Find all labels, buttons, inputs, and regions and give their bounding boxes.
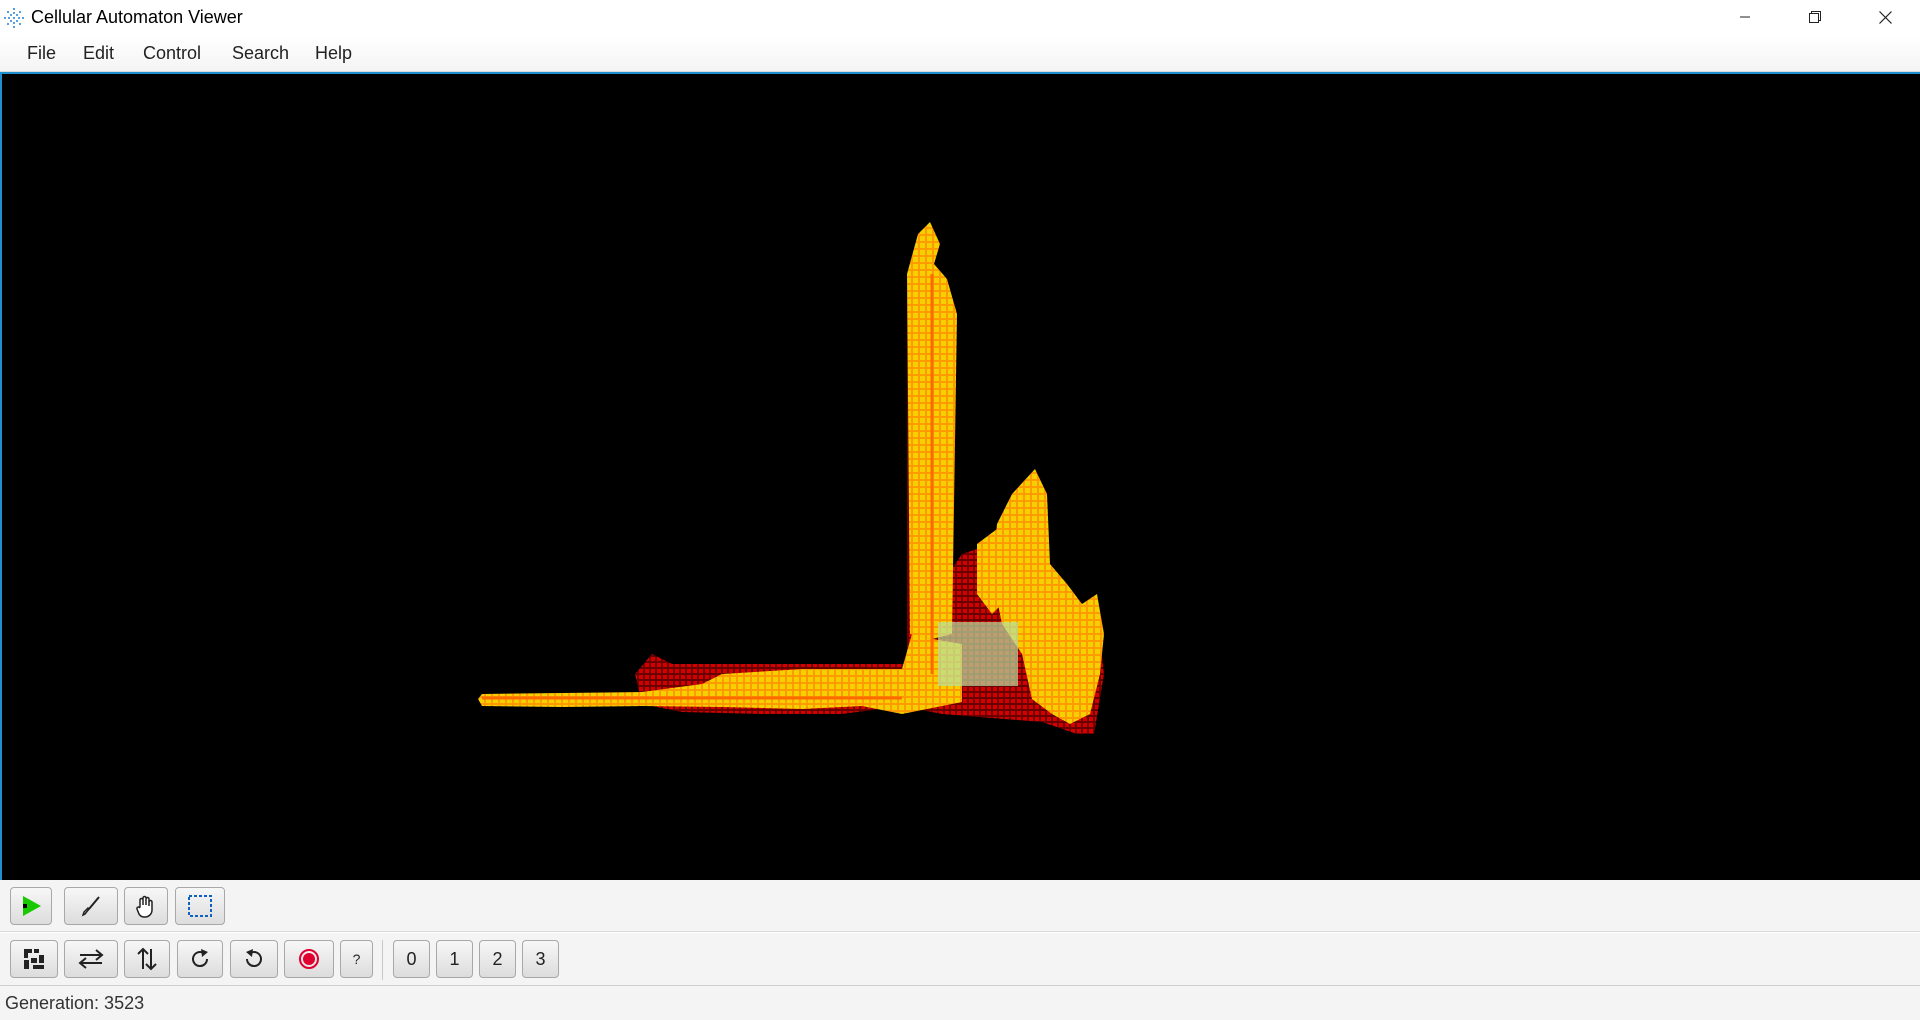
flip-horizontal-icon (78, 949, 104, 969)
generation-counter: Generation: 3523 (5, 993, 145, 1013)
rotate-counterclockwise-icon (245, 949, 262, 968)
toolbar-separator (382, 940, 383, 980)
select-tool-button[interactable] (175, 887, 225, 925)
state-2-button[interactable]: 2 (479, 940, 516, 978)
automaton-canvas[interactable] (0, 72, 1920, 880)
tools-toolbar (0, 880, 1920, 932)
rotate-counterclockwise-button[interactable] (230, 940, 278, 978)
selection-icon (188, 895, 212, 917)
rotate-clockwise-icon (192, 949, 209, 968)
close-icon (1878, 10, 1892, 24)
draw-tool-button[interactable] (64, 887, 118, 925)
record-icon (299, 949, 319, 969)
flip-vertical-icon (137, 947, 157, 971)
play-button[interactable] (10, 887, 52, 925)
snowflake-app-icon (4, 8, 24, 28)
window-title: Cellular Automaton Viewer (31, 7, 243, 27)
status-bar: Generation: 3523 (0, 985, 1920, 1020)
rotate-clockwise-button[interactable] (177, 940, 223, 978)
brush-icon (81, 896, 100, 917)
restore-icon (1809, 11, 1821, 23)
fit-pattern-icon (24, 949, 44, 969)
state-0-button[interactable]: 0 (393, 940, 430, 978)
menu-search[interactable]: Search (228, 43, 293, 64)
title-bar: Cellular Automaton Viewer (0, 0, 1920, 36)
fit-pattern-button[interactable] (10, 940, 58, 978)
state-1-button[interactable]: 1 (436, 940, 473, 978)
flip-horizontal-button[interactable] (64, 940, 118, 978)
help-button[interactable]: ? (340, 940, 373, 978)
pan-tool-button[interactable] (124, 887, 168, 925)
selection-rectangle[interactable] (938, 622, 1018, 686)
transform-toolbar: ? 0 1 2 3 (0, 933, 1920, 985)
restore-button[interactable] (1780, 0, 1850, 34)
minimize-icon (1740, 16, 1750, 18)
menu-bar: File Edit Control Search Help (0, 36, 1920, 72)
automaton-pattern (478, 222, 1104, 734)
state-3-button[interactable]: 3 (522, 940, 559, 978)
minimize-button[interactable] (1710, 0, 1780, 34)
hand-icon (136, 895, 153, 918)
flip-vertical-button[interactable] (124, 940, 170, 978)
menu-edit[interactable]: Edit (79, 43, 118, 64)
play-icon (23, 896, 41, 916)
menu-help[interactable]: Help (311, 43, 356, 64)
menu-control[interactable]: Control (139, 43, 205, 64)
menu-file[interactable]: File (23, 43, 60, 64)
record-button[interactable] (284, 940, 334, 978)
close-button[interactable] (1850, 0, 1920, 34)
